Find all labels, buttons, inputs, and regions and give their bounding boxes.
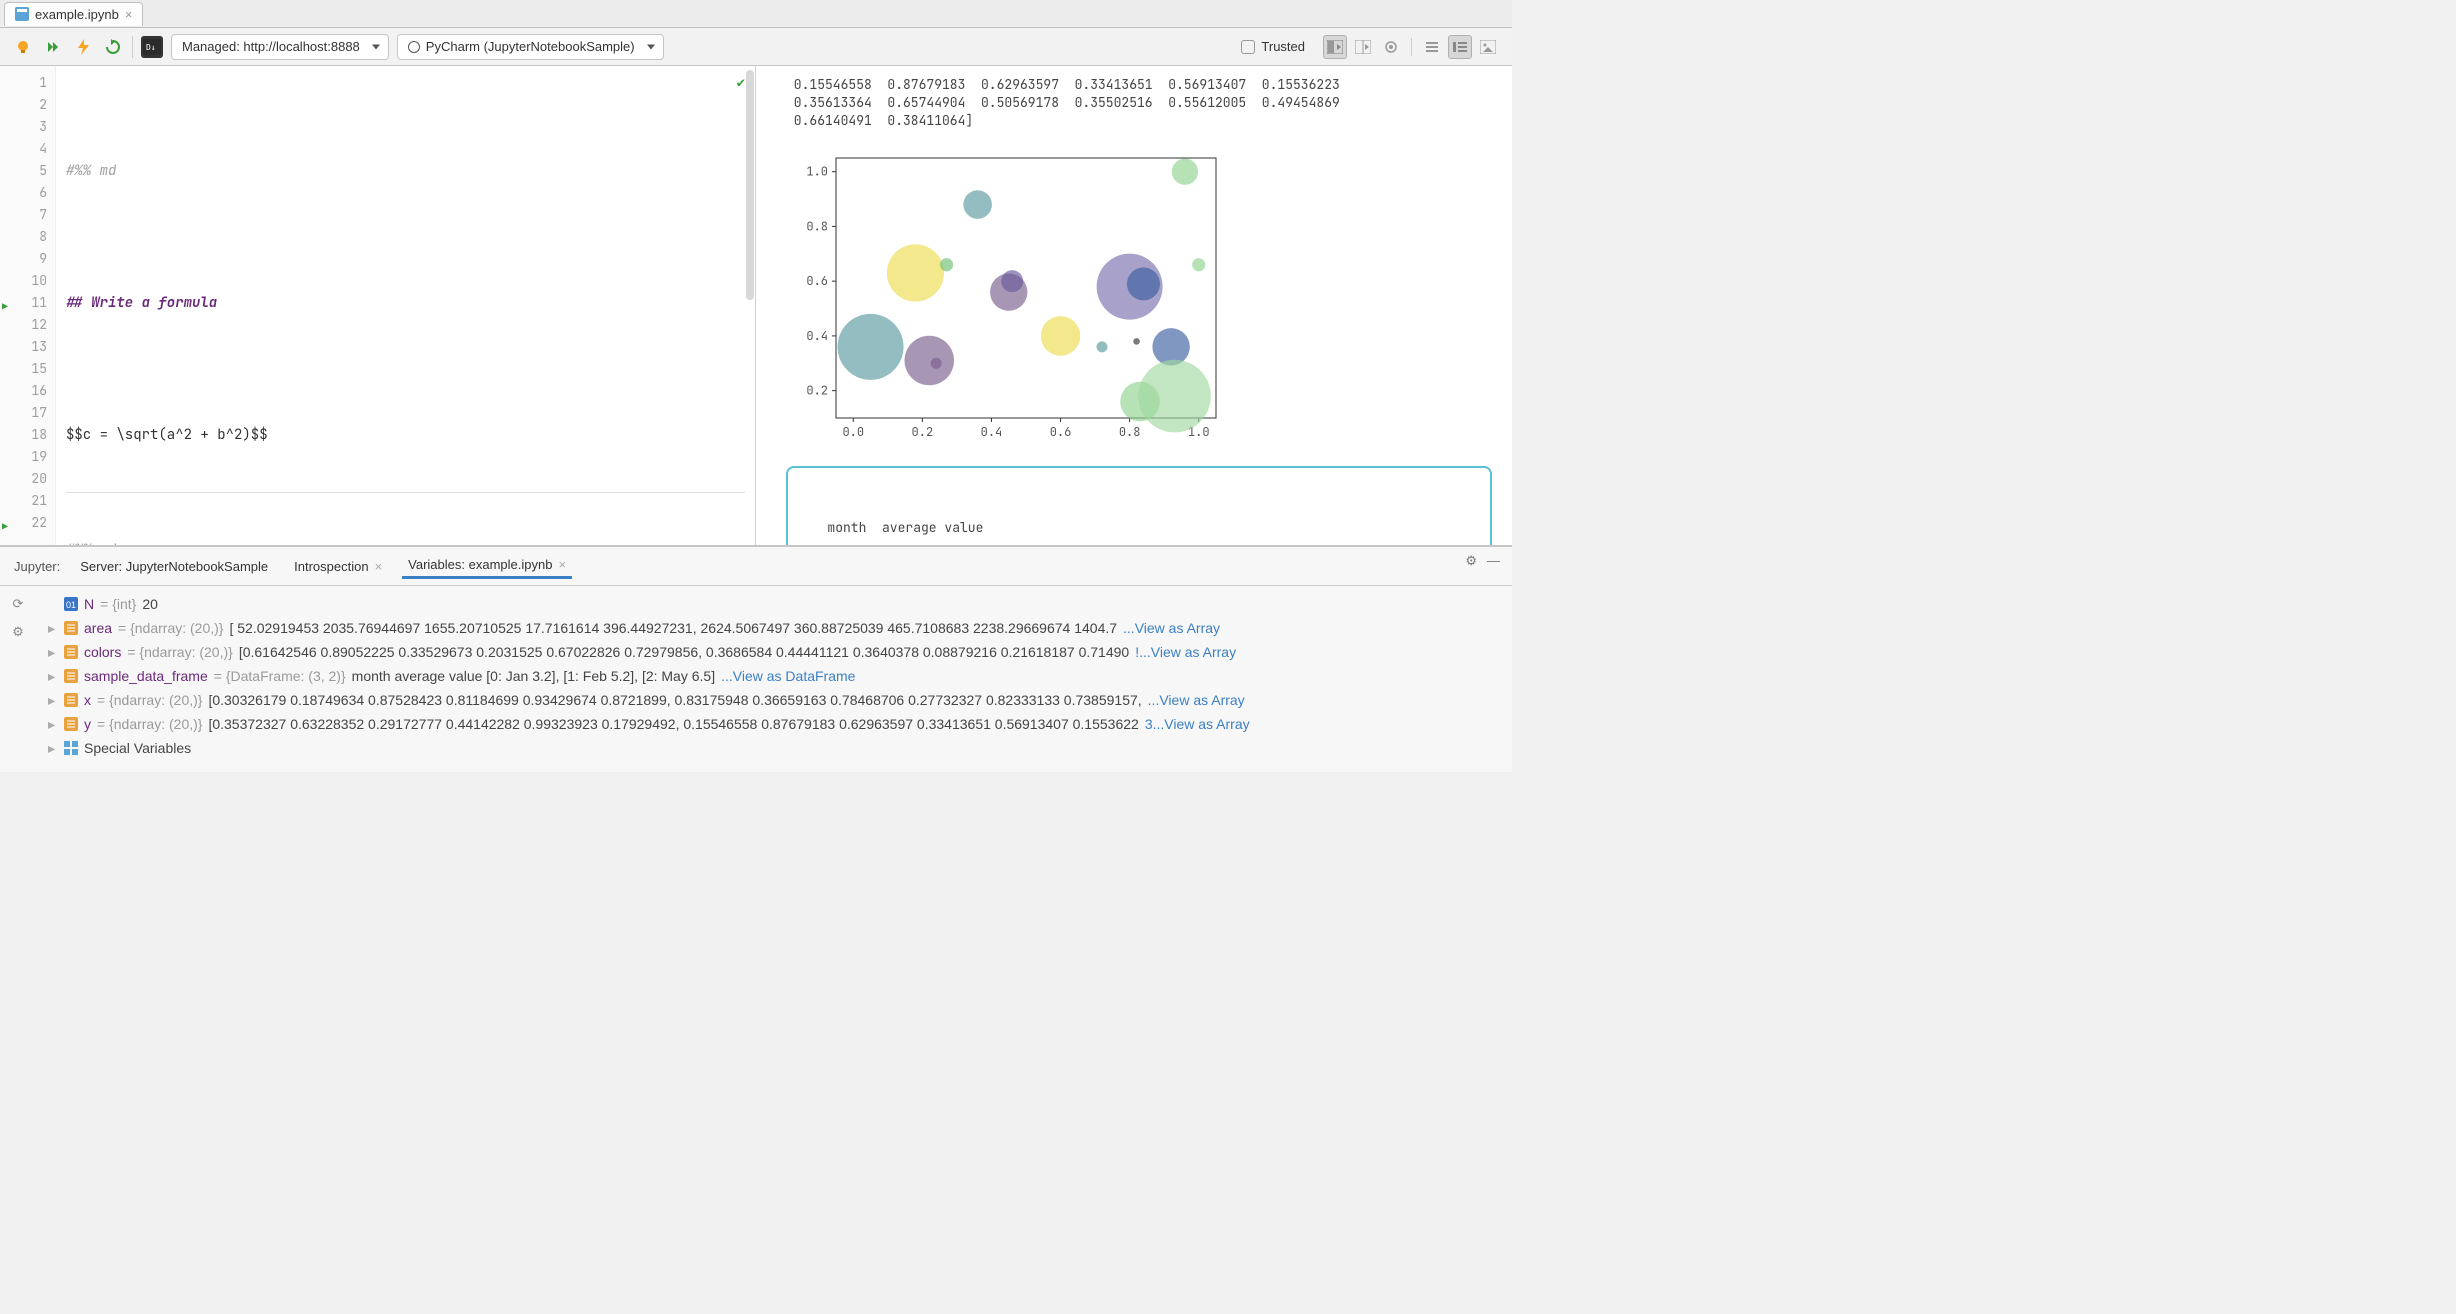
view-as-array-link[interactable]: ...View as Array	[1148, 688, 1245, 712]
dark-box-icon[interactable]: D↓	[141, 36, 163, 58]
bottom-panel: Jupyter: Server: JupyterNotebookSample I…	[0, 546, 1512, 772]
preview-pane: 0.15546558 0.87679183 0.62963597 0.33413…	[756, 66, 1512, 545]
special-vars-icon	[64, 741, 78, 755]
close-icon[interactable]: ×	[125, 7, 133, 22]
output-text: 0.66140491 0.38411064]	[786, 112, 1492, 130]
close-icon[interactable]: ×	[558, 557, 566, 572]
panel-side-toolbar: ⟳ ⚙	[0, 586, 36, 772]
code-line: $$c = \sqrt(a^2 + b^2)$$	[66, 426, 268, 444]
close-icon[interactable]: ×	[375, 559, 383, 574]
expand-icon[interactable]: ▸	[48, 688, 58, 712]
panel-title: Jupyter:	[14, 559, 60, 574]
code-editor[interactable]: ✔ #%% md ## Write a formula $$c = \sqrt(…	[56, 66, 755, 545]
ndarray-icon	[64, 717, 78, 731]
variable-row[interactable]: ▸ colors = {ndarray: (20,)} [0.61642546 …	[48, 640, 1500, 664]
view-as-array-link[interactable]: ...View as Array	[1123, 616, 1220, 640]
variables-view[interactable]: 01 N = {int} 20 ▸ area = {ndarray: (20,)…	[36, 586, 1512, 772]
bulb-icon[interactable]	[12, 36, 34, 58]
svg-text:0.8: 0.8	[1119, 424, 1141, 440]
svg-text:0.0: 0.0	[842, 424, 864, 440]
view-as-dataframe-link[interactable]: ...View as DataFrame	[721, 664, 855, 688]
bottom-tabs: Jupyter: Server: JupyterNotebookSample I…	[0, 547, 1512, 586]
svg-text:0.6: 0.6	[806, 273, 828, 289]
run-all-icon[interactable]	[42, 36, 64, 58]
expand-icon[interactable]: ▸	[48, 712, 58, 736]
layout-split-icon[interactable]	[1351, 35, 1375, 59]
svg-text:0.2: 0.2	[806, 383, 828, 399]
layout-code-only-icon[interactable]	[1323, 35, 1347, 59]
trusted-checkbox[interactable]	[1241, 40, 1255, 54]
layout-preview-icon[interactable]	[1379, 35, 1403, 59]
notebook-toolbar: D↓ Managed: http://localhost:8888 PyChar…	[0, 28, 1512, 66]
gear-icon[interactable]: ⚙	[12, 624, 24, 640]
file-tab-label: example.ipynb	[35, 7, 119, 22]
restart-icon[interactable]	[102, 36, 124, 58]
svg-text:01: 01	[66, 600, 76, 610]
expand-icon[interactable]: ▸	[48, 664, 58, 688]
minimize-icon[interactable]: —	[1487, 553, 1500, 569]
ndarray-icon	[64, 645, 78, 659]
gear-icon[interactable]: ⚙	[1465, 553, 1477, 569]
code-line: #%% md	[66, 541, 116, 545]
view-as-array-link[interactable]: 3...View as Array	[1145, 712, 1250, 736]
svg-text:0.4: 0.4	[981, 424, 1003, 440]
variable-row[interactable]: ▸ sample_data_frame = {DataFrame: (3, 2)…	[48, 664, 1500, 688]
interpreter-selector[interactable]: PyCharm (JupyterNotebookSample)	[397, 34, 664, 60]
svg-text:0.8: 0.8	[806, 218, 828, 234]
variable-row[interactable]: ▸ y = {ndarray: (20,)} [0.35372327 0.632…	[48, 712, 1500, 736]
chevron-down-icon	[647, 44, 655, 49]
scrollbar[interactable]	[746, 70, 754, 300]
run-cell-icon[interactable]: ▶	[2, 516, 8, 538]
ndarray-icon	[64, 669, 78, 683]
variable-row[interactable]: ▸ Special Variables	[48, 736, 1500, 760]
refresh-icon[interactable]: ⟳	[13, 596, 24, 612]
variable-row[interactable]: ▸ area = {ndarray: (20,)} [ 52.02919453 …	[48, 616, 1500, 640]
code-line: ## Write a formula	[66, 294, 217, 312]
line-gutter: 1 2 3 4 5 6 7 8 9 10 ▶11 12 13 15 16 17 …	[0, 66, 56, 545]
output-text: 0.35613364 0.65744904 0.50569178 0.35502…	[786, 94, 1492, 112]
main-split: 1 2 3 4 5 6 7 8 9 10 ▶11 12 13 15 16 17 …	[0, 66, 1512, 546]
int-icon: 01	[64, 597, 78, 611]
output-text: 0.15546558 0.87679183 0.62963597 0.33413…	[786, 76, 1492, 94]
svg-text:0.2: 0.2	[912, 424, 934, 440]
tab-introspection[interactable]: Introspection×	[288, 555, 388, 578]
svg-text:0.6: 0.6	[1050, 424, 1072, 440]
svg-text:D↓: D↓	[146, 43, 156, 52]
list-view-icon[interactable]	[1420, 35, 1444, 59]
check-ok-icon: ✔	[737, 72, 745, 94]
editor-pane[interactable]: 1 2 3 4 5 6 7 8 9 10 ▶11 12 13 15 16 17 …	[0, 66, 756, 545]
variable-row[interactable]: 01 N = {int} 20	[48, 592, 1500, 616]
image-view-icon[interactable]	[1476, 35, 1500, 59]
server-selector[interactable]: Managed: http://localhost:8888	[171, 34, 389, 60]
jupyter-file-icon	[15, 7, 29, 21]
chevron-down-icon	[372, 44, 380, 49]
svg-text:1.0: 1.0	[806, 164, 828, 180]
ndarray-icon	[64, 621, 78, 635]
scatter-chart: 0.00.20.40.60.81.00.20.40.60.81.0	[786, 148, 1226, 448]
detail-view-icon[interactable]	[1448, 35, 1472, 59]
expand-icon[interactable]: ▸	[48, 616, 58, 640]
file-tab-example[interactable]: example.ipynb ×	[4, 2, 143, 26]
expand-icon[interactable]: ▸	[48, 640, 58, 664]
lightning-icon[interactable]	[72, 36, 94, 58]
dataframe-output: month average value 0 Jan 3.2	[786, 466, 1492, 545]
editor-tab-bar: example.ipynb ×	[0, 0, 1512, 28]
server-selector-label: Managed: http://localhost:8888	[182, 39, 360, 54]
tab-server[interactable]: Server: JupyterNotebookSample	[74, 555, 274, 578]
trusted-label: Trusted	[1261, 39, 1305, 54]
tab-variables[interactable]: Variables: example.ipynb×	[402, 553, 572, 579]
variable-row[interactable]: ▸ x = {ndarray: (20,)} [0.30326179 0.187…	[48, 688, 1500, 712]
code-line: #%% md	[66, 162, 116, 180]
view-as-array-link[interactable]: !...View as Array	[1135, 640, 1236, 664]
expand-icon[interactable]: ▸	[48, 736, 58, 760]
ndarray-icon	[64, 693, 78, 707]
interpreter-label: PyCharm (JupyterNotebookSample)	[426, 39, 635, 54]
svg-text:0.4: 0.4	[806, 328, 828, 344]
